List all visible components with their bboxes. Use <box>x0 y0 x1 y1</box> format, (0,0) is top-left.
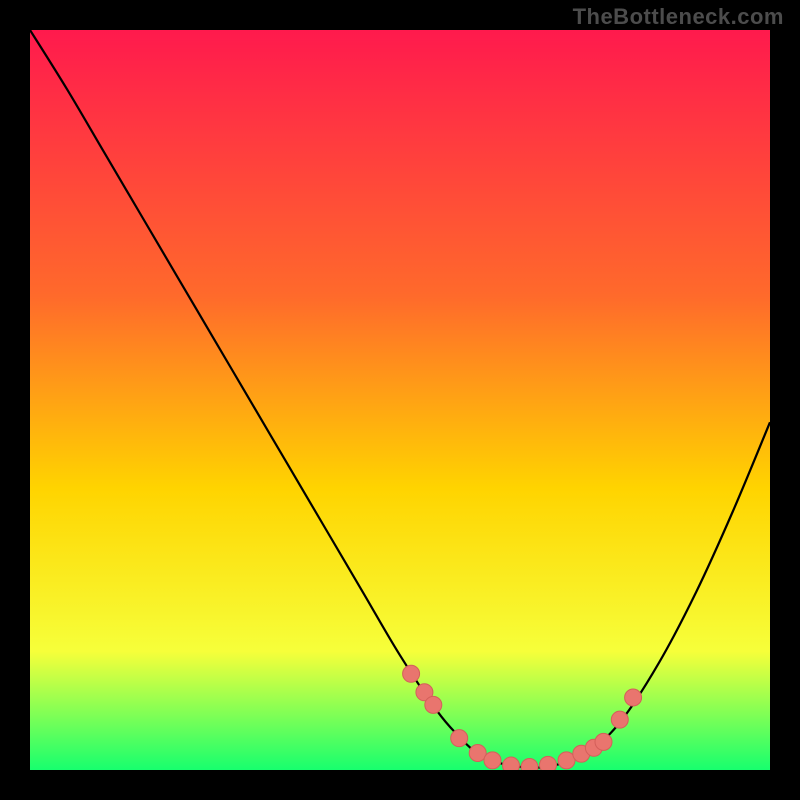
marker-dot <box>451 730 468 747</box>
plot-area <box>30 30 770 770</box>
chart-frame: TheBottleneck.com <box>0 0 800 800</box>
marker-dot <box>625 689 642 706</box>
marker-dot <box>484 752 501 769</box>
marker-dot <box>503 757 520 770</box>
marker-dot <box>425 696 442 713</box>
marker-dot <box>595 733 612 750</box>
gradient-background <box>30 30 770 770</box>
watermark-text: TheBottleneck.com <box>573 4 784 30</box>
plot-svg <box>30 30 770 770</box>
marker-dot <box>611 711 628 728</box>
marker-dot <box>403 665 420 682</box>
marker-dot <box>540 756 557 770</box>
